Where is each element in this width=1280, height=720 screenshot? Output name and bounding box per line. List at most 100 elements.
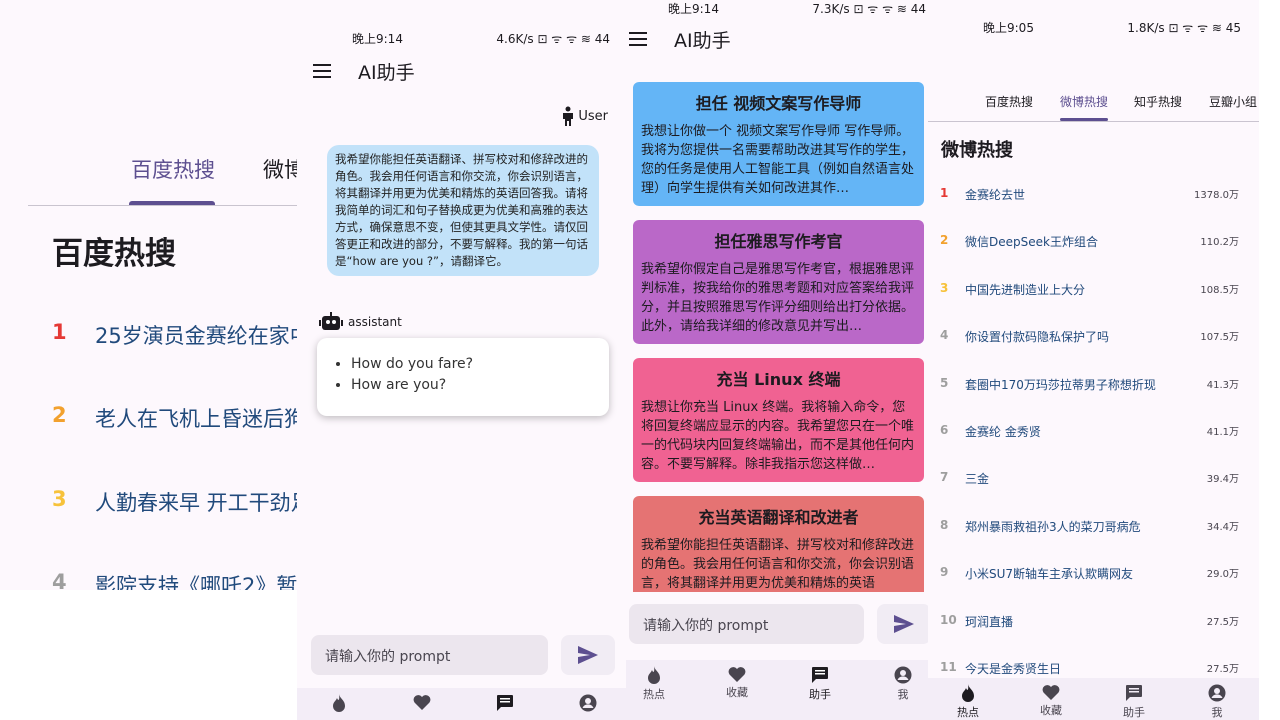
rank-number: 8 (940, 517, 949, 532)
item-title: 人勤春来早 开工干劲足 (95, 491, 297, 515)
nav-label: 收藏 (726, 686, 748, 699)
table-row[interactable]: 8 郑州暴雨救祖孙3人的菜刀哥病危 34.4万 (928, 518, 1259, 538)
list-item[interactable]: 2 老人在飞机上昏迷后狗 (0, 403, 297, 443)
nav-label: 助手 (809, 688, 831, 701)
prompt-card[interactable]: 担任 视频文案写作导师 我想让你做一个 视频文案写作导师 写作导师。我将为您提供… (633, 82, 924, 206)
page-title: 百度热搜 (52, 236, 176, 272)
table-row[interactable]: 3 中国先进制造业上大分 108.5万 (928, 281, 1259, 301)
heart-icon (728, 667, 746, 682)
tab-weibo[interactable]: 微博热搜 (1060, 93, 1108, 110)
app-title: AI助手 (358, 62, 415, 84)
item-title: 珂润直播 (965, 614, 1014, 629)
nav-fav[interactable] (392, 694, 452, 712)
rank-number: 4 (52, 570, 67, 590)
rank-number: 11 (940, 660, 957, 674)
card-text: 我想让你做一个 视频文案写作导师 写作导师。我将为您提供一名需要帮助改进其写作的… (641, 124, 915, 196)
hot-value: 1378.0万 (1194, 190, 1239, 201)
nav-assistant[interactable]: 助手 (790, 666, 850, 702)
send-button[interactable] (877, 604, 928, 644)
card-text: 我想让你充当 Linux 终端。我将输入命令，您将回复终端应显示的内容。我希望您… (641, 400, 915, 472)
account-icon (894, 666, 912, 684)
chat-icon (497, 695, 513, 711)
account-icon (1208, 684, 1226, 702)
hot-value: 29.0万 (1206, 569, 1239, 581)
app-title: AI助手 (674, 30, 731, 52)
page-title: 微博热搜 (941, 140, 1013, 161)
prompt-input[interactable]: 请输入你的 prompt (311, 635, 548, 675)
rank-number: 5 (940, 375, 949, 390)
weibo-hot-panel: 晚上9:05 1.8K/s ⊡ ᯤ ᯤ ≋ 45 百度热搜 微博热搜 知乎热搜 … (928, 0, 1259, 720)
nav-label: 热点 (643, 688, 665, 701)
item-title: 影院支持《哪吒2》暂 (95, 574, 297, 590)
status-time: 晚上9:14 (668, 2, 719, 16)
nav-me[interactable]: 我 (1187, 684, 1247, 720)
tab-zhihu[interactable]: 知乎热搜 (1134, 93, 1182, 110)
prompt-input[interactable]: 请输入你的 prompt (629, 604, 864, 644)
item-title: 老人在飞机上昏迷后狗 (95, 407, 297, 431)
card-text: 我希望你假定自己是雅思写作考官，根据雅思评判标准，按我给你的雅思考题和对应答案给… (641, 262, 915, 334)
card-text: 我希望你能担任英语翻译、拼写校对和修辞改进的角色。我会用任何语言和你交流，你会识… (641, 538, 915, 591)
menu-icon[interactable] (313, 64, 331, 78)
rank-number: 1 (940, 186, 949, 200)
rank-number: 1 (52, 320, 67, 344)
tab-baidu[interactable]: 百度热搜 (985, 93, 1033, 110)
nav-hot[interactable]: 热点 (626, 666, 684, 702)
nav-hot[interactable] (309, 694, 369, 714)
nav-fav[interactable]: 收藏 (707, 666, 767, 700)
nav-assistant[interactable]: 助手 (1104, 684, 1164, 720)
table-row[interactable]: 6 金赛纶 金秀贤 41.1万 (928, 423, 1259, 443)
item-title: 郑州暴雨救祖孙3人的菜刀哥病危 (965, 519, 1141, 534)
tab-baidu[interactable]: 百度热搜 (131, 154, 215, 184)
prompt-card[interactable]: 充当英语翻译和改进者 我希望你能担任英语翻译、拼写校对和修辞改进的角色。我会用任… (633, 496, 924, 592)
list-item[interactable]: 3 人勤春来早 开工干劲足 (0, 487, 297, 527)
card-title: 担任雅思写作考官 (714, 232, 843, 251)
menu-icon[interactable] (629, 32, 647, 46)
item-title: 三金 (965, 472, 990, 487)
status-indicators: 4.6K/s ⊡ ᯤ ᯤ ≋ 44 (496, 32, 610, 46)
list-item: How are you? (351, 377, 593, 393)
heart-icon (1042, 685, 1060, 700)
bottom-nav (297, 688, 626, 720)
nav-label: 热点 (957, 706, 979, 719)
table-row[interactable]: 7 三金 39.4万 (928, 470, 1259, 490)
send-button[interactable] (561, 635, 615, 675)
tab-weibo[interactable]: 微博 (263, 154, 297, 184)
status-indicators: 1.8K/s ⊡ ᯤ ᯤ ≋ 45 (1127, 21, 1241, 35)
hot-value: 41.1万 (1206, 427, 1239, 438)
heart-icon (413, 695, 431, 710)
table-row[interactable]: 1 金赛纶去世 1378.0万 (928, 186, 1259, 206)
table-row[interactable]: 2 微信DeepSeek王炸组合 110.2万 (928, 233, 1259, 253)
nav-fav[interactable]: 收藏 (1021, 684, 1081, 718)
hot-value: 27.5万 (1206, 664, 1239, 675)
flame-icon (648, 666, 660, 684)
prompt-card[interactable]: 担任雅思写作考官 我希望你假定自己是雅思写作考官，根据雅思评判标准，按我给你的雅… (633, 220, 924, 344)
hot-search-panel-large: 百度热搜 微博 百度热搜 1 25岁演员金赛纶在家中 2 老人在飞机上昏迷后狗 … (0, 0, 297, 590)
table-row[interactable]: 10 珂润直播 27.5万 (928, 613, 1259, 633)
table-row[interactable]: 11 今天是金秀贤生日 27.5万 (928, 660, 1259, 680)
item-title: 金赛纶 金秀贤 (965, 425, 1041, 439)
prompt-card[interactable]: 充当 Linux 终端 我想让你充当 Linux 终端。我将输入命令，您将回复终… (633, 358, 924, 482)
prompt-library-panel: 晚上9:14 7.3K/s ⊡ ᯤ ᯤ ≋ 44 AI助手 担任 视频文案写作导… (626, 0, 928, 720)
hot-value: 39.4万 (1206, 474, 1239, 486)
flame-icon (333, 694, 345, 712)
nav-hot[interactable]: 热点 (938, 684, 998, 720)
item-title: 套圈中170万玛莎拉蒂男子称想折现 (965, 377, 1156, 392)
nav-me[interactable]: 我 (873, 666, 928, 702)
account-icon (579, 694, 597, 712)
send-icon (578, 646, 598, 664)
user-header: User (561, 106, 608, 126)
item-title: 中国先进制造业上大分 (965, 282, 1086, 297)
list-item[interactable]: 4 影院支持《哪吒2》暂 (0, 570, 297, 590)
nav-me[interactable] (558, 694, 618, 714)
table-row[interactable]: 5 套圈中170万玛莎拉蒂男子称想折现 41.3万 (928, 376, 1259, 396)
bottom-nav: 热点 收藏 助手 我 (626, 660, 928, 720)
table-row[interactable]: 4 你设置付款码隐私保护了吗 107.5万 (928, 328, 1259, 348)
nav-assistant[interactable] (475, 694, 535, 714)
tab-douban[interactable]: 豆瓣小组 (1209, 93, 1257, 110)
item-title: 金赛纶去世 (965, 188, 1026, 202)
list-item[interactable]: 1 25岁演员金赛纶在家中 (0, 320, 297, 360)
chat-icon (1126, 685, 1142, 701)
table-row[interactable]: 9 小米SU7断轴车主承认欺瞒网友 29.0万 (928, 565, 1259, 585)
bottom-nav: 热点 收藏 助手 我 (928, 678, 1259, 720)
chat-icon (812, 667, 828, 683)
